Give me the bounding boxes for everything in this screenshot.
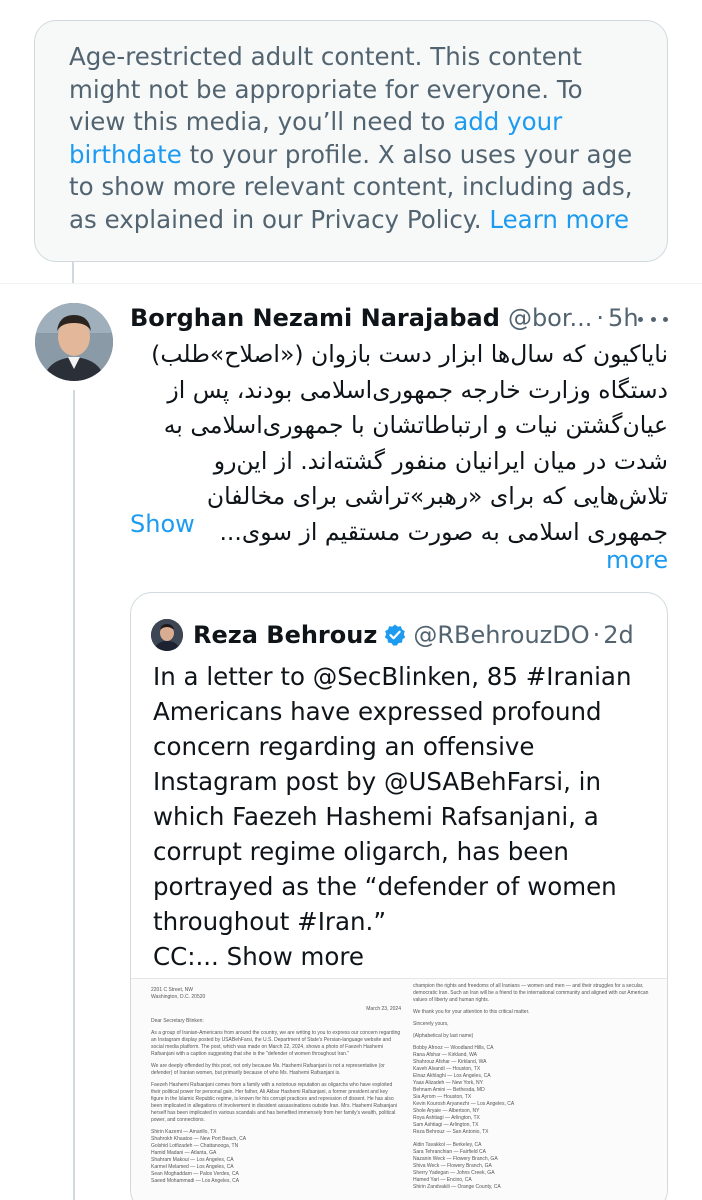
signatory: Hamid Madani — Atlanta, GA	[151, 1150, 217, 1156]
signatory: Bobby Afrooz — Woodland Hills, CA	[413, 1045, 494, 1051]
post-text-line: دستگاه وزارت خارجه جمهوری‌اسلامی بودند، …	[167, 375, 668, 404]
letter-salutation: Dear Secretary Blinken:	[151, 1018, 204, 1024]
signatory: Aldin Tavakkol — Berkeley, CA	[413, 1142, 482, 1148]
letter-image[interactable]: 2201 C Street, NW Washington, D.C. 20520…	[131, 978, 667, 1200]
letter-left-column: 2201 C Street, NW Washington, D.C. 20520…	[151, 987, 401, 1185]
show-more-link-continued[interactable]: more	[606, 546, 668, 574]
age-restriction-notice: Age-restricted adult content. This conte…	[34, 20, 668, 262]
letter-signatories-left: Shirin Kazemi — Amarillo, TX Shahrokh Kh…	[151, 1129, 401, 1185]
header-separator: ·	[596, 304, 605, 332]
verified-badge-icon	[383, 623, 407, 647]
learn-more-link[interactable]: Learn more	[489, 205, 629, 234]
thread-connector-line	[73, 390, 75, 1200]
letter-date: March 23, 2024	[366, 1006, 401, 1012]
signatory: Nazanin Weck — Flowery Branch, GA	[413, 1156, 498, 1162]
letter-closing: Sincerely yours,	[413, 1021, 449, 1027]
signatory: Golshid Lotfizadeh — Chattanooga, TN	[151, 1143, 239, 1149]
avatar-photo-icon	[35, 303, 113, 381]
quoted-text-line: concern regarding an offensive	[153, 732, 535, 761]
quoted-header-separator: ·	[592, 621, 601, 649]
quoted-post-text: In a letter to @SecBlinken, 85 #Iranian …	[153, 659, 653, 974]
signatory: Sean Moghaddam — Palos Verdes, CA	[151, 1171, 239, 1177]
signatory: Shahram Makoui — Los Angeles, CA	[151, 1157, 234, 1163]
signatory: Kaveh Alvandi — Houston, TX	[413, 1066, 481, 1072]
post-divider	[0, 283, 702, 284]
quoted-text-line: Instagram post by @USABehFarsi, in	[153, 767, 601, 796]
quoted-text-line: In a letter to @SecBlinken, 85 #Iranian	[153, 662, 632, 691]
more-horizontal-icon[interactable]	[638, 312, 668, 326]
signatory: Rana Afshar — Kirkland, WA	[413, 1052, 478, 1058]
letter-right-column: champion the rights and freedoms of all …	[413, 983, 663, 1191]
letter-paragraph: We are deeply offended by this post, not…	[151, 1063, 385, 1076]
quoted-author-name[interactable]: Reza Behrouz	[193, 621, 377, 649]
post-text: نایاکیون که سال‌ها ابزار دست بازوان («اص…	[130, 337, 668, 551]
signatory: Shole Aryaie — Albertson, NY	[413, 1108, 480, 1114]
signatory: Sia Ayrom — Houston, TX	[413, 1094, 472, 1100]
signatory: Shiva Weck — Flowery Branch, GA	[413, 1163, 492, 1169]
letter-paragraph: We thank you for your attention to this …	[413, 1009, 530, 1015]
quoted-text-line: which Faezeh Hashemi Rafsanjani, a	[153, 802, 599, 831]
signatory: Saeed Mohammadi — Los Angeles, CA	[151, 1178, 240, 1184]
quoted-timestamp[interactable]: 2d	[603, 621, 634, 649]
author-name[interactable]: Borghan Nezami Narajabad	[130, 304, 500, 332]
quoted-text-line: portrayed as the “defender of women	[153, 872, 617, 901]
signatory: Karmel Melamed — Los Angeles, CA	[151, 1164, 234, 1170]
signatory: Sam Ashtiagi — Arlington, TX	[413, 1122, 479, 1128]
letter-paragraph: champion the rights and freedoms of all …	[413, 983, 649, 1003]
post-text-line: جمهوری اسلامی به صورت مستقیم از سوی...	[219, 517, 668, 546]
quoted-text-line: throughout #Iran.”	[153, 907, 387, 936]
signatory: Shirin Kazemi — Amarillo, TX	[151, 1129, 217, 1135]
avatar[interactable]	[35, 303, 113, 381]
quoted-avatar[interactable]	[151, 619, 183, 651]
letter-signatories-right: Bobby Afrooz — Woodland Hills, CA Rana A…	[413, 1045, 663, 1136]
post-text-line: عیان‌گشتن نیات و ارتباطاتشان با جمهوری‌ا…	[163, 411, 668, 440]
letter-signatories-right-2: Aldin Tavakkol — Berkeley, CA Sara Tehra…	[413, 1142, 663, 1191]
signatory: Shahrokh Khaatoo — New Port Beach, CA	[151, 1136, 247, 1142]
letter-paragraph: Faezeh Hashemi Rafsanjani comes from a f…	[151, 1082, 397, 1123]
post-text-line: شدت در میان ایرانیان منفور گشته‌اند. از …	[213, 446, 668, 475]
quoted-text-line: Americans have expressed profound	[153, 697, 602, 726]
quoted-post-card[interactable]: Reza Behrouz @RBehrouzDO · 2d In a lette…	[130, 592, 668, 1200]
signatory: Roya Ashtiagi — Arlington, TX	[413, 1115, 480, 1121]
signatory: Shirin Zandvakili — Orange County, CA	[413, 1184, 501, 1190]
post-text-line: تلاش‌هایی که برای «رهبر»تراشی برای مخالف…	[206, 482, 668, 511]
quoted-author-handle[interactable]: @RBehrouzDO	[413, 621, 589, 649]
letter-address-line: 2201 C Street, NW	[151, 987, 193, 993]
quoted-post-header: Reza Behrouz @RBehrouzDO · 2d	[193, 619, 634, 651]
signatory: Shahrouz Afshar — Kirkland, WA	[413, 1059, 487, 1065]
signatory: Hamed Yari — Encino, CA	[413, 1177, 472, 1183]
show-more-link[interactable]: Show	[130, 510, 195, 538]
thread-connector-top	[72, 262, 74, 284]
quoted-text-line: corrupt regime oligarch, has been	[153, 837, 569, 866]
letter-paragraph: As a group of Iranian-Americans from aro…	[151, 1030, 401, 1057]
signatory: Sherry Yadegan — Johns Creek, GA	[413, 1170, 495, 1176]
signatory: Behnam Amini — Bethesda, MD	[413, 1087, 485, 1093]
signatory: Kevin Kourosh Aryanezhr — Los Angeles, C…	[413, 1101, 515, 1107]
cc-text: CC:...	[153, 942, 219, 971]
signatory: Elnaz Akhlaghi — Los Angeles, CA	[413, 1073, 491, 1079]
author-handle[interactable]: @bor...	[508, 304, 592, 332]
signatory: Yaas Alizadeh — New York, NY	[413, 1080, 483, 1086]
letter-address-line: Washington, D.C. 20520	[151, 994, 206, 1000]
post-timestamp[interactable]: 5h	[608, 304, 638, 332]
signatory: Reza Behrouz — San Antonio, TX	[413, 1129, 489, 1135]
quoted-text-last-line: CC:... Show more	[153, 939, 653, 974]
quoted-avatar-photo-icon	[151, 619, 183, 651]
post-text-line: نایاکیون که سال‌ها ابزار دست بازوان («اص…	[151, 340, 668, 368]
quoted-show-more-link[interactable]: Show more	[227, 942, 364, 971]
letter-alpha-note: (Alphabetical by last name)	[413, 1033, 474, 1039]
post-header: Borghan Nezami Narajabad @bor... · 5h	[130, 302, 690, 334]
signatory: Sara Tehranchian — Fairfield CA	[413, 1149, 486, 1155]
